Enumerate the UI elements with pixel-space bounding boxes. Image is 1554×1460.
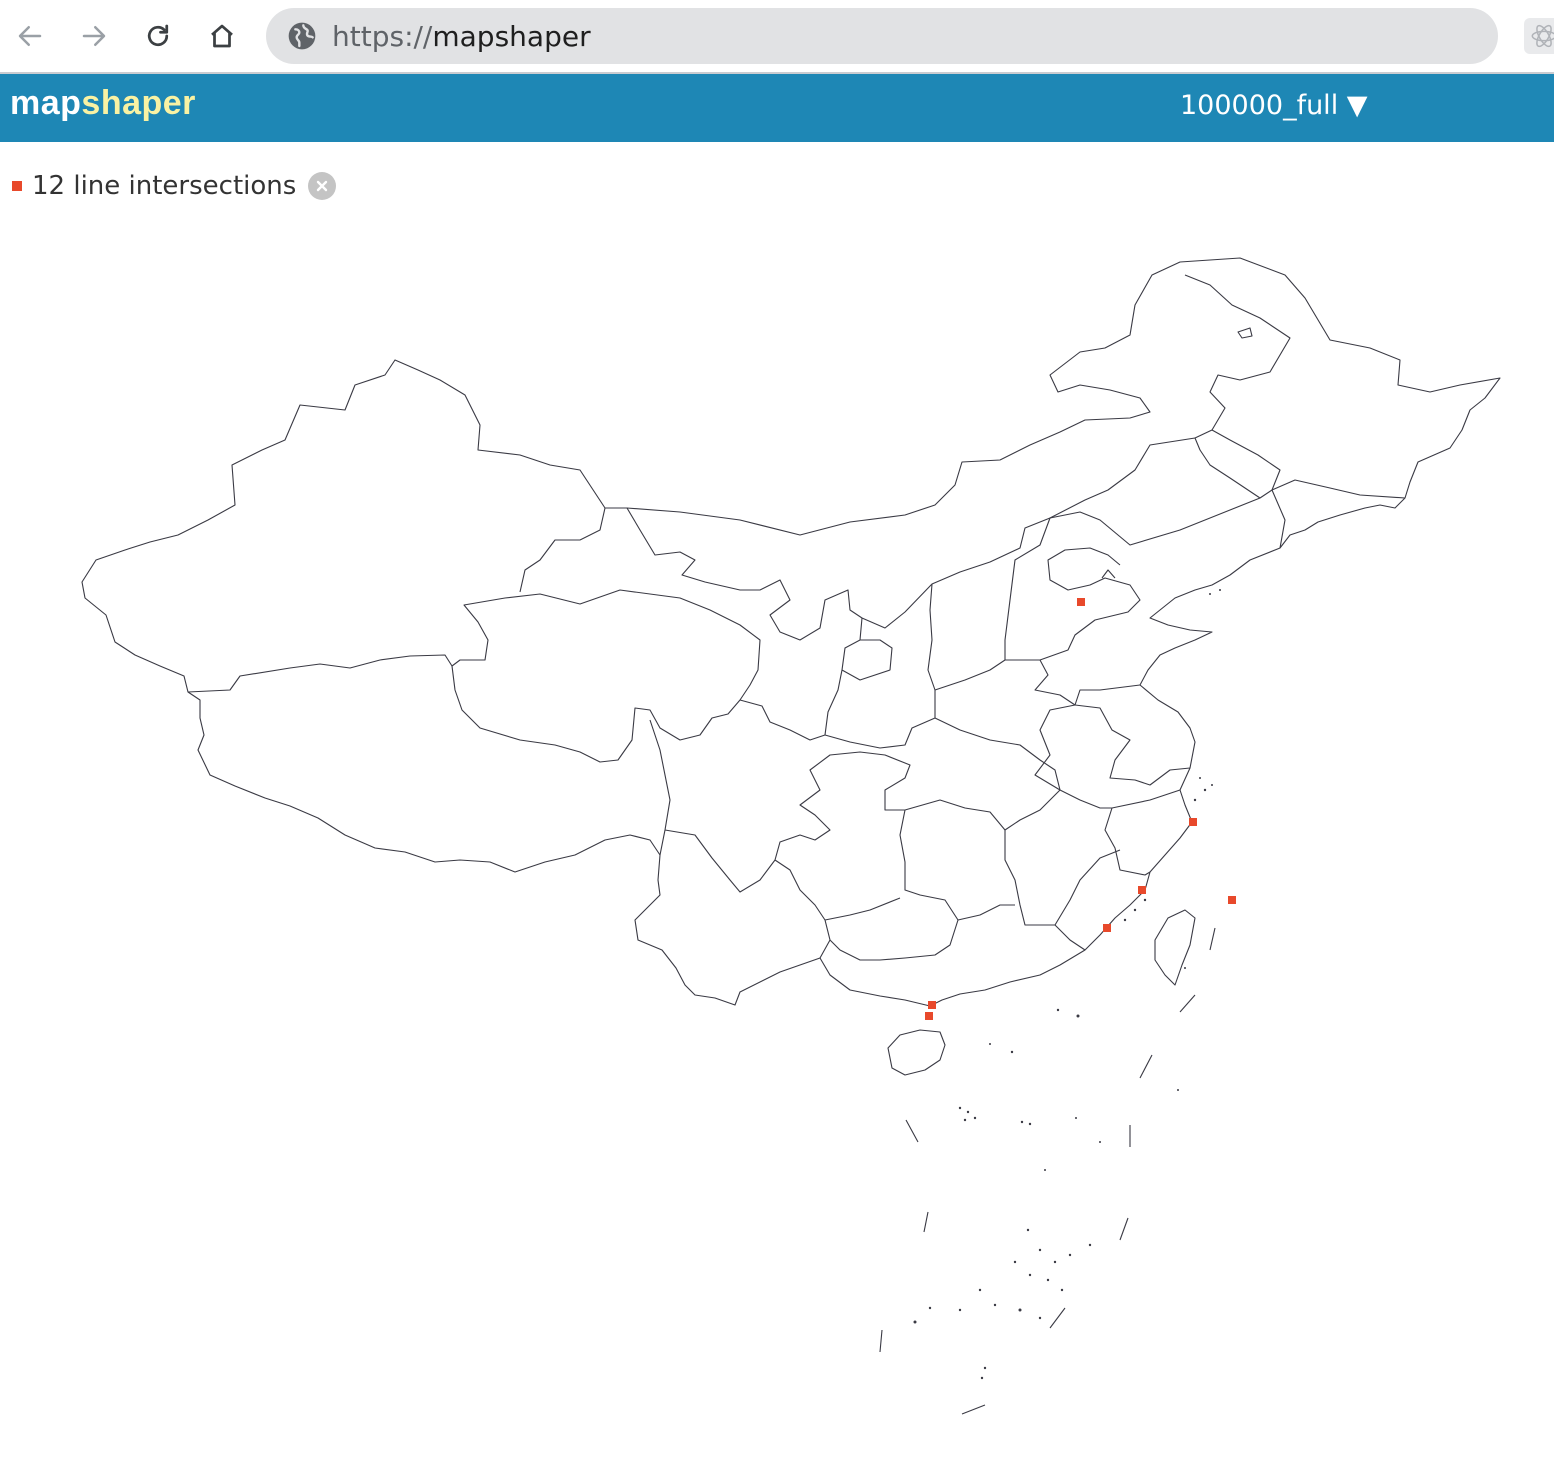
- intersection-point[interactable]: [1228, 896, 1236, 904]
- reload-icon: [147, 24, 169, 47]
- browser-toolbar: https://mapshaper: [0, 0, 1554, 74]
- logo-map: map: [10, 84, 82, 122]
- intersections-label: 12 line intersections: [32, 171, 297, 201]
- address-bar[interactable]: https://mapshaper: [266, 8, 1498, 64]
- province-boundaries: [81, 257, 1501, 1415]
- home-button[interactable]: [200, 14, 244, 58]
- back-arrow-icon: [18, 26, 42, 46]
- url-text: https://mapshaper: [332, 20, 591, 53]
- layer-menu-button[interactable]: 100000_full ▼: [1180, 90, 1368, 121]
- extension-icon: [1531, 24, 1554, 48]
- app-header: mapshaper 100000_full ▼: [0, 74, 1554, 142]
- intersections-notice: 12 line intersections: [12, 166, 337, 206]
- hainan-island: [887, 1029, 946, 1076]
- intersection-point[interactable]: [1189, 818, 1197, 826]
- intersection-point[interactable]: [928, 1001, 936, 1009]
- taiwan-island: [1154, 909, 1196, 986]
- extension-button[interactable]: [1524, 18, 1554, 54]
- intersection-point[interactable]: [1077, 598, 1085, 606]
- url-host: mapshaper: [432, 19, 591, 53]
- close-icon: [317, 180, 328, 192]
- logo-shaper: shaper: [81, 84, 196, 122]
- home-icon: [211, 24, 233, 48]
- url-scheme: https://: [332, 19, 433, 53]
- close-intersections-button[interactable]: [308, 172, 337, 200]
- reload-button[interactable]: [136, 14, 180, 58]
- back-button[interactable]: [8, 14, 52, 58]
- globe-icon: [288, 22, 316, 50]
- intersection-point[interactable]: [1138, 886, 1146, 894]
- map-canvas[interactable]: [0, 210, 1554, 1460]
- intersection-marker-swatch: [12, 181, 22, 191]
- forward-arrow-icon: [82, 26, 106, 46]
- intersection-point[interactable]: [925, 1012, 933, 1020]
- mapshaper-logo[interactable]: mapshaper: [10, 84, 196, 123]
- country-outline: [81, 257, 1501, 1007]
- forward-button[interactable]: [72, 14, 116, 58]
- intersection-point[interactable]: [1103, 924, 1111, 932]
